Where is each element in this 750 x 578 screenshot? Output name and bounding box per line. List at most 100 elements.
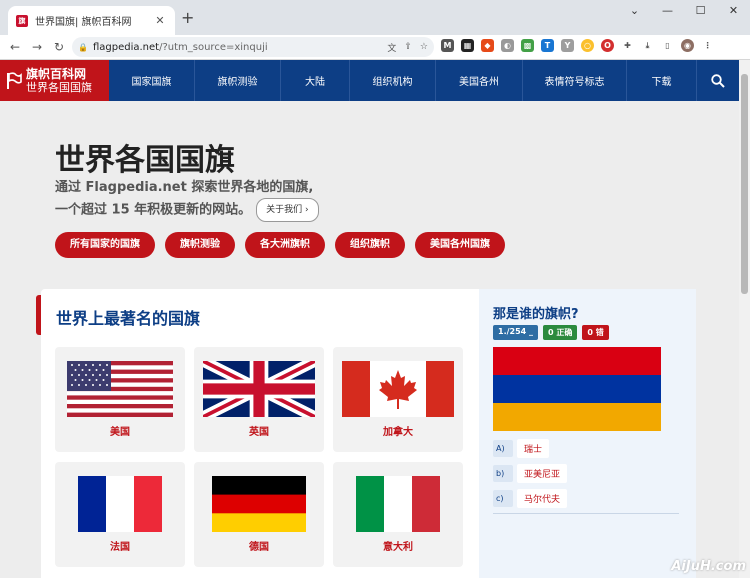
watermark: AiJuH.com <box>671 559 746 574</box>
maximize-button[interactable]: ☐ <box>684 0 717 22</box>
extension-icon-3[interactable]: ◆ <box>481 39 494 52</box>
address-bar[interactable]: 🔒 flagpedia.net/?utm_source=xinquji 文 ⇪ … <box>72 37 434 57</box>
flag-name[interactable]: 德国 <box>194 538 324 553</box>
nav-item-emoji[interactable]: 表情符号标志 <box>523 60 627 101</box>
usa-flag-icon <box>67 361 173 417</box>
flag-name[interactable]: 美国 <box>55 423 185 438</box>
famous-flags-heading: 世界上最著名的国旗 <box>56 309 201 328</box>
option-answer[interactable]: 瑞士 <box>517 439 550 458</box>
option-answer[interactable]: 亚美尼亚 <box>517 464 568 483</box>
site-navbar: 旗帜百科网 世界各国国旗 国家国旗 旗帜测验 大陆 组织机构 美国各州 表情符号… <box>0 60 739 101</box>
nav-item-organizations[interactable]: 组织机构 <box>350 60 436 101</box>
flag-name[interactable]: 加拿大 <box>333 423 463 438</box>
gmail-extension-icon[interactable]: M <box>441 39 454 52</box>
extension-icon-7[interactable]: Y <box>561 39 574 52</box>
puzzle-icon[interactable]: ✚ <box>621 39 634 52</box>
avatar[interactable]: ◉ <box>681 39 694 52</box>
browser-tab[interactable]: 旗 世界国旗| 旗帜百科网 ✕ <box>8 6 175 35</box>
logo-subtitle: 世界各国国旗 <box>26 80 92 94</box>
lock-icon[interactable]: 🔒 <box>78 43 88 52</box>
organization-flags-button[interactable]: 组织旗帜 <box>335 232 405 258</box>
hero-subtitle-line1: 通过 Flagpedia.net 探索世界各地的国旗, <box>55 180 314 195</box>
browser-tabbar: 旗 世界国旗| 旗帜百科网 ✕ + ⌄ — ☐ ✕ <box>0 0 750 35</box>
extension-icon-8[interactable]: ○ <box>581 39 594 52</box>
sidebar-icon[interactable]: ▯ <box>661 39 674 52</box>
germany-flag-icon <box>212 476 306 532</box>
url-text[interactable]: flagpedia.net/?utm_source=xinquji <box>93 42 379 53</box>
canada-flag-icon <box>342 361 454 417</box>
search-icon <box>711 73 725 88</box>
download-icon[interactable]: ⤓ <box>641 39 654 52</box>
about-us-button[interactable]: 关于我们 › <box>256 198 319 222</box>
back-button[interactable]: ← <box>4 40 26 54</box>
option-key: b) <box>493 465 513 482</box>
quiz-score: 1./254 _ 0 正确 0 错 <box>493 325 609 340</box>
flag-card-uk[interactable]: 英国 <box>194 347 324 452</box>
quiz-option-a[interactable]: A) 瑞士 <box>493 439 567 458</box>
page-scrollbar[interactable] <box>739 60 750 578</box>
site-favicon-icon: 旗 <box>16 14 28 27</box>
flag-name[interactable]: 英国 <box>194 423 324 438</box>
flag-card-canada[interactable]: 加拿大 <box>333 347 463 452</box>
continent-flags-button[interactable]: 各大洲旗帜 <box>245 232 325 258</box>
tab-search-icon[interactable]: ⌄ <box>618 0 651 22</box>
extension-icon-5[interactable]: ▩ <box>521 39 534 52</box>
italy-flag-icon <box>356 476 440 532</box>
quiz-options: A) 瑞士 b) 亚美尼亚 c) 马尔代夫 <box>493 439 568 514</box>
flag-quiz-widget: 那是谁的旗帜? 1./254 _ 0 正确 0 错 A) 瑞士 b) 亚美尼亚 … <box>479 289 696 578</box>
logo-title: 旗帜百科网 <box>26 66 87 81</box>
translate-icon[interactable]: 文 <box>387 41 396 54</box>
flag-card-germany[interactable]: 德国 <box>194 462 324 567</box>
flag-card-usa[interactable]: 美国 <box>55 347 185 452</box>
hero-subtitle-line2: 一个超过 15 年积极更新的网站。 <box>55 202 252 218</box>
france-flag-icon <box>78 476 162 532</box>
flag-name[interactable]: 意大利 <box>333 538 463 553</box>
scrollbar-thumb[interactable] <box>741 74 748 294</box>
us-state-flags-button[interactable]: 美国各州国旗 <box>415 232 505 258</box>
flag-logo-icon <box>7 71 22 89</box>
window-controls: ⌄ — ☐ ✕ <box>618 0 750 22</box>
extension-icon-2[interactable]: ▦ <box>461 39 474 52</box>
hero-buttons: 所有国家的国旗 旗帜测验 各大洲旗帜 组织旗帜 美国各州国旗 <box>55 232 505 258</box>
site-logo[interactable]: 旗帜百科网 世界各国国旗 <box>0 60 109 101</box>
nav-item-quiz[interactable]: 旗帜测验 <box>195 60 281 101</box>
flag-name[interactable]: 法国 <box>55 538 185 553</box>
quiz-progress-badge: 1./254 _ <box>493 325 539 340</box>
content-card: 世界上最著名的国旗 美国 英国 加拿大 法国 德国 意大利 那是谁的旗帜? 1.… <box>36 289 696 578</box>
nav-item-download[interactable]: 下载 <box>627 60 697 101</box>
flag-card-france[interactable]: 法国 <box>55 462 185 567</box>
bookmark-star-icon[interactable]: ☆ <box>420 42 428 52</box>
quiz-divider <box>493 513 679 514</box>
nav-item-countries[interactable]: 国家国旗 <box>109 60 195 101</box>
extension-icon-4[interactable]: ◐ <box>501 39 514 52</box>
extension-icon-6[interactable]: T <box>541 39 554 52</box>
famous-flags-section: 世界上最著名的国旗 美国 英国 加拿大 法国 德国 意大利 <box>36 289 479 578</box>
quiz-correct-badge: 0 正确 <box>543 325 578 340</box>
flag-quiz-button[interactable]: 旗帜测验 <box>165 232 235 258</box>
option-answer[interactable]: 马尔代夫 <box>517 489 568 508</box>
all-country-flags-button[interactable]: 所有国家的国旗 <box>55 232 155 258</box>
nav-item-us-states[interactable]: 美国各州 <box>436 60 523 101</box>
page-title: 世界各国国旗 <box>55 143 235 178</box>
window-close-button[interactable]: ✕ <box>717 0 750 22</box>
share-icon[interactable]: ⇪ <box>404 42 412 52</box>
extensions-area: M ▦ ◆ ◐ ▩ T Y ○ O ✚ ⤓ ▯ ◉ ⋮ <box>441 39 714 52</box>
flag-grid: 美国 英国 加拿大 法国 德国 意大利 <box>55 347 463 567</box>
option-key: c) <box>493 490 513 507</box>
tab-close-icon[interactable]: ✕ <box>153 14 167 27</box>
uk-flag-icon <box>203 361 315 417</box>
quiz-option-b[interactable]: b) 亚美尼亚 <box>493 464 568 483</box>
hero-subtitle: 通过 Flagpedia.net 探索世界各地的国旗, 一个超过 15 年积极更… <box>55 178 319 222</box>
search-button[interactable] <box>697 60 739 101</box>
quiz-flag-armenia <box>493 347 661 431</box>
menu-kebab-icon[interactable]: ⋮ <box>701 39 714 52</box>
new-tab-button[interactable]: + <box>181 8 194 27</box>
nav-item-continents[interactable]: 大陆 <box>281 60 350 101</box>
quiz-option-c[interactable]: c) 马尔代夫 <box>493 489 568 508</box>
flag-card-italy[interactable]: 意大利 <box>333 462 463 567</box>
reload-button[interactable]: ↻ <box>48 40 70 54</box>
minimize-button[interactable]: — <box>651 0 684 22</box>
extension-icon-9[interactable]: O <box>601 39 614 52</box>
forward-button[interactable]: → <box>26 40 48 54</box>
option-key: A) <box>493 440 513 457</box>
